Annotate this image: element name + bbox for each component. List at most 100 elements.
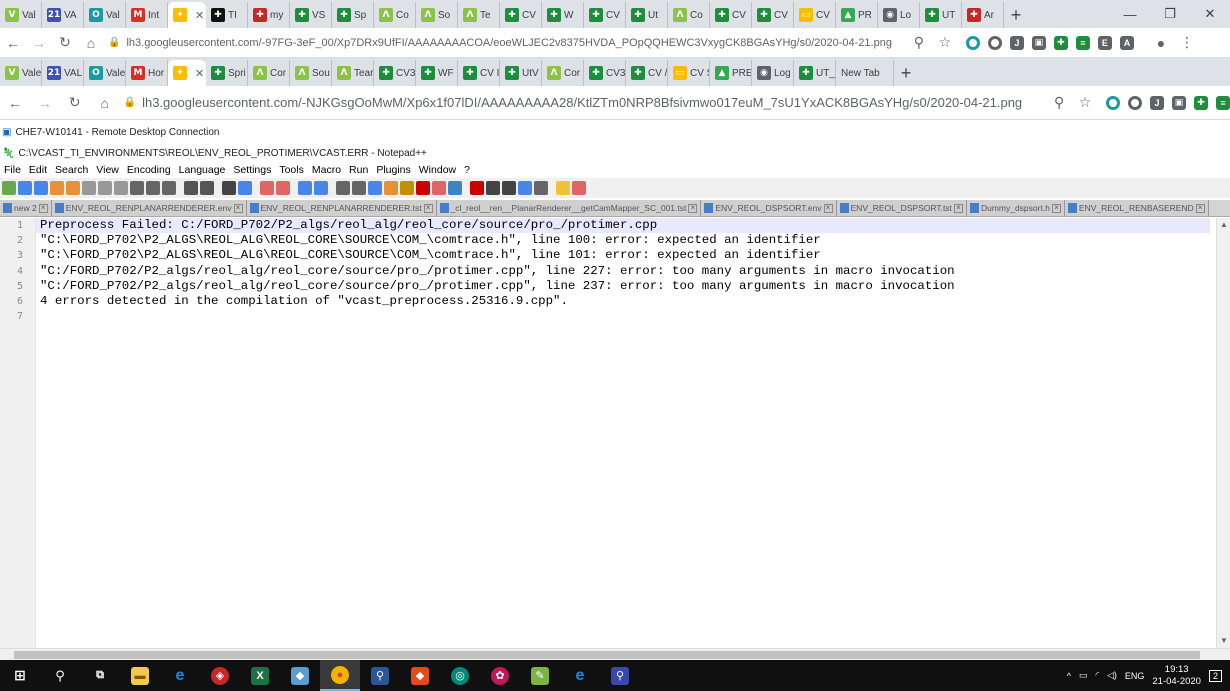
taskbar-app-blue[interactable]: ◆ [280,660,320,691]
toolbar-button-icon[interactable] [502,181,516,195]
horizontal-scroll-thumb[interactable] [14,651,1200,659]
extension-sheet-icon[interactable]: ≡ [1216,95,1230,110]
inner-tab-4[interactable]: ✦ ✕ [168,60,206,86]
minimize-icon[interactable]: — [1110,0,1150,28]
menu-item-5[interactable]: Language [175,164,230,176]
taskbar-app-paint[interactable]: ✿ [480,660,520,691]
outer-tab-3[interactable]: M Int [126,2,168,28]
outer-tab-16[interactable]: Λ Co [668,2,710,28]
doc-tab-5[interactable]: ENV_REOL_DSPSORT.tst × [836,200,967,216]
menu-item-4[interactable]: Encoding [123,164,175,176]
doc-tab-7[interactable]: ENV_REOL_RENBASEREND × [1064,200,1209,216]
toolbar-button-icon[interactable] [448,181,462,195]
inner-tab-2[interactable]: O Vale [84,60,126,86]
outer-tab-14[interactable]: ✚ CV [584,2,626,28]
doc-tab-close-icon[interactable]: × [233,203,243,213]
extension-box-icon[interactable]: ▣ [1172,95,1186,110]
new-tab-plus-icon[interactable]: + [894,60,918,86]
extension-green-icon[interactable]: ✚ [1194,95,1208,110]
restore-icon[interactable]: ❐ [1150,0,1190,28]
doc-tab-2[interactable]: ENV_REOL_RENPLANARRENDERER.tst × [246,200,437,216]
toolbar-button-icon[interactable] [352,181,366,195]
code-line[interactable] [40,309,1216,324]
toolbar-button-icon[interactable] [298,181,312,195]
extension-j-icon[interactable]: J [1009,35,1024,50]
inner-tab-11[interactable]: ✚ CV I [458,60,500,86]
menu-item-1[interactable]: Edit [25,164,51,176]
menu-item-3[interactable]: View [92,164,123,176]
toolbar-button-icon[interactable] [314,181,328,195]
outer-tab-9[interactable]: Λ Co [374,2,416,28]
outer-tab-0[interactable]: V Val [0,2,42,28]
outer-tab-13[interactable]: ✚ W [542,2,584,28]
forward-icon[interactable]: → [30,95,60,111]
scroll-down-icon[interactable]: ▼ [1217,634,1230,648]
toolbar-button-icon[interactable] [534,181,548,195]
profile-icon[interactable]: ● [1148,35,1174,51]
toolbar-button-icon[interactable] [276,181,290,195]
language-indicator[interactable]: ENG [1125,671,1145,681]
extension-j-icon[interactable]: J [1150,95,1164,110]
inner-tab-17[interactable]: ▲ PRE [710,60,752,86]
inner-tab-5[interactable]: ✚ Spri [206,60,248,86]
toolbar-button-icon[interactable] [222,181,236,195]
toolbar-button-icon[interactable] [82,181,96,195]
outer-tab-23[interactable]: ✚ Ar [962,2,1004,28]
doc-tab-6[interactable]: Dummy_dspsort.h × [966,200,1065,216]
doc-tab-0[interactable]: new 2 × [0,200,52,216]
inner-tab-10[interactable]: ✚ WF [416,60,458,86]
inner-tab-14[interactable]: ✚ CV3 [584,60,626,86]
inner-address-bar[interactable]: 🔒 lh3.googleusercontent.com/-NJKGsgOoMwM… [120,92,1023,114]
menu-item-10[interactable]: Plugins [372,164,414,176]
code-line[interactable]: "C:/FORD_P702/P2_algs/reol_alg/reol_core… [40,264,1216,279]
extension-a-icon[interactable]: A [1119,35,1134,50]
outer-tab-11[interactable]: Λ Te [458,2,500,28]
reload-icon[interactable]: ↻ [60,94,90,111]
toolbar-button-icon[interactable] [200,181,214,195]
taskbar-excel[interactable]: X [240,660,280,691]
tray-chevron-icon[interactable]: ^ [1067,671,1071,681]
extension-circle-icon[interactable] [965,35,980,50]
taskbar-chrome[interactable]: ● [320,660,360,691]
toolbar-button-icon[interactable] [400,181,414,195]
outer-tab-8[interactable]: ✚ Sp [332,2,374,28]
inner-tab-6[interactable]: Λ Cor [248,60,290,86]
inner-tab-7[interactable]: Λ Sou [290,60,332,86]
inner-tab-16[interactable]: ▭CV S [668,60,710,86]
extension-ring-icon[interactable] [987,35,1002,50]
toolbar-button-icon[interactable] [114,181,128,195]
toolbar-button-icon[interactable] [572,181,586,195]
inner-tab-8[interactable]: Λ Tear [332,60,374,86]
back-icon[interactable]: ← [0,35,26,51]
home-icon[interactable]: ⌂ [78,35,104,51]
outer-tab-15[interactable]: ✚ Ut [626,2,668,28]
doc-tab-close-icon[interactable]: × [823,203,833,213]
toolbar-button-icon[interactable] [2,181,16,195]
doc-tab-close-icon[interactable]: × [1051,203,1061,213]
taskbar-notepadpp[interactable]: ✎ [520,660,560,691]
toolbar-button-icon[interactable] [98,181,112,195]
taskbar-app-viewer[interactable]: ⚲ [600,660,640,691]
outer-tab-7[interactable]: ✚ VS [290,2,332,28]
home-icon[interactable]: ⌂ [90,95,120,111]
code-line[interactable]: "C:/FORD_P702/P2_algs/reol_alg/reol_core… [40,279,1216,294]
doc-tab-close-icon[interactable]: × [688,203,698,213]
toolbar-button-icon[interactable] [336,181,350,195]
toolbar-button-icon[interactable] [34,181,48,195]
outer-tab-5[interactable]: ✚ TI [206,2,248,28]
taskbar-git[interactable]: ◆ [400,660,440,691]
notification-center[interactable]: 2 [1208,669,1222,682]
toolbar-button-icon[interactable] [18,181,32,195]
inner-tab-3[interactable]: M Hor [126,60,168,86]
extension-e-icon[interactable]: E [1097,35,1112,50]
toolbar-button-icon[interactable] [184,181,198,195]
extension-green-icon[interactable]: ✚ [1053,35,1068,50]
toolbar-button-icon[interactable] [470,181,484,195]
code-line[interactable]: "C:\FORD_P702\P2_ALGS\REOL_ALG\REOL_CORE… [40,233,1216,248]
inner-tab-1[interactable]: 21 VAL [42,60,84,86]
extension-box-icon[interactable]: ▣ [1031,35,1046,50]
inner-tab-13[interactable]: Λ Cor [542,60,584,86]
taskbar-edge[interactable]: e [560,660,600,691]
toolbar-button-icon[interactable] [130,181,144,195]
outer-tab-20[interactable]: ▲ PR [836,2,878,28]
